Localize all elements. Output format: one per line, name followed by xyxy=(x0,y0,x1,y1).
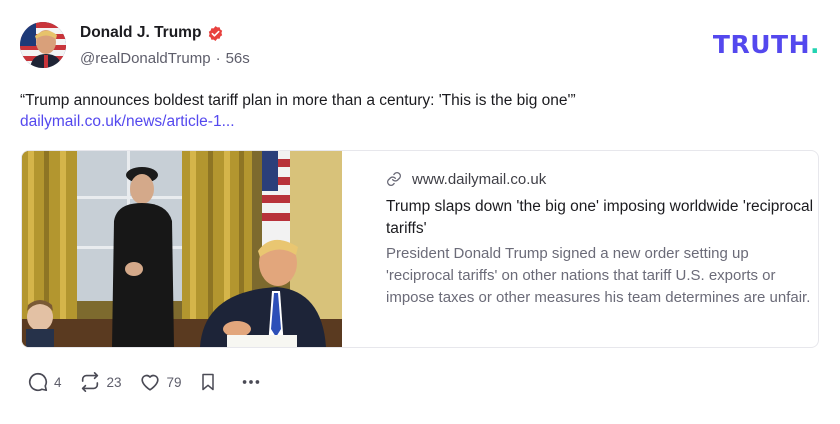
retruth-icon xyxy=(78,371,102,393)
retruth-button[interactable]: 23 xyxy=(78,371,122,393)
more-button[interactable] xyxy=(240,371,262,393)
post-link[interactable]: dailymail.co.uk/news/article-1... xyxy=(20,113,235,131)
action-bar: 4 23 79 xyxy=(27,370,278,394)
link-preview-image xyxy=(22,151,342,347)
reply-icon xyxy=(27,371,49,393)
link-domain-row: www.dailymail.co.uk xyxy=(386,169,816,189)
bookmark-icon xyxy=(198,371,218,393)
link-domain: www.dailymail.co.uk xyxy=(412,170,547,188)
author-block: Donald J. Trump @realDonaldTrump · 56s xyxy=(80,23,250,68)
link-preview-card[interactable]: www.dailymail.co.uk Trump slaps down 'th… xyxy=(21,150,819,348)
verified-badge-icon xyxy=(207,25,224,42)
logo-dot: . xyxy=(810,30,820,59)
timestamp[interactable]: 56s xyxy=(226,50,250,67)
link-preview-description: President Donald Trump signed a new orde… xyxy=(386,245,811,306)
link-preview-body: www.dailymail.co.uk Trump slaps down 'th… xyxy=(342,151,818,347)
handle[interactable]: @realDonaldTrump xyxy=(80,50,211,67)
like-count: 79 xyxy=(166,374,182,390)
link-icon xyxy=(386,171,402,187)
link-preview-title: Trump slaps down 'the big one' imposing … xyxy=(386,198,814,237)
bookmark-button[interactable] xyxy=(198,371,218,393)
retruth-count: 23 xyxy=(106,374,122,390)
display-name[interactable]: Donald J. Trump xyxy=(80,24,201,42)
name-row: Donald J. Trump xyxy=(80,23,250,43)
avatar-image xyxy=(20,22,66,68)
truth-logo[interactable]: TRUTH. xyxy=(713,30,820,59)
avatar[interactable] xyxy=(20,22,66,68)
reply-button[interactable]: 4 xyxy=(27,371,62,393)
meta-row: @realDonaldTrump · 56s xyxy=(80,48,250,68)
heart-icon xyxy=(138,371,162,393)
reply-count: 4 xyxy=(54,374,62,390)
post-text: “Trump announces boldest tariff plan in … xyxy=(20,92,576,109)
more-icon xyxy=(240,371,262,393)
post: Donald J. Trump @realDonaldTrump · 56s T… xyxy=(0,0,840,424)
like-button[interactable]: 79 xyxy=(138,371,182,393)
meta-separator: · xyxy=(215,49,221,67)
logo-word: TRUTH xyxy=(712,30,810,59)
